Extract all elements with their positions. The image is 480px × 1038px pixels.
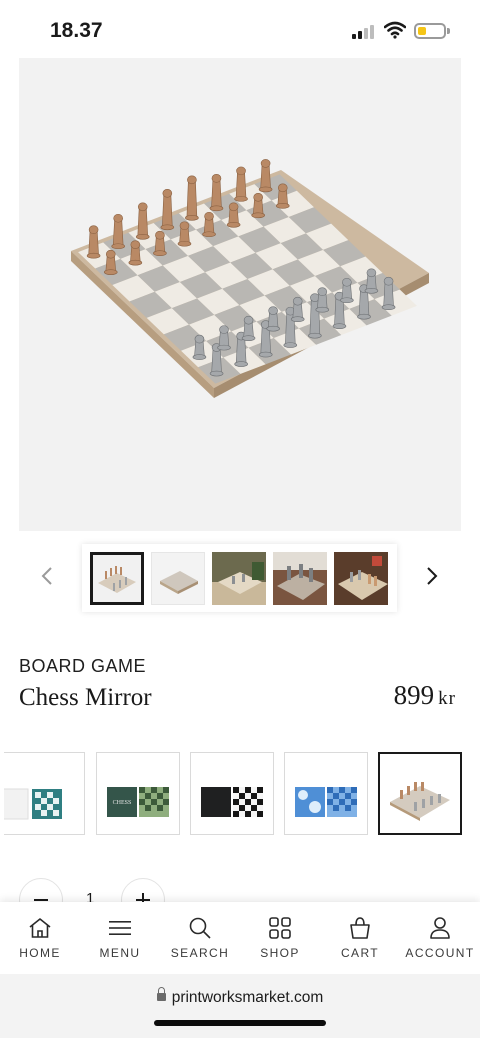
nav-label-cart: CART — [340, 946, 380, 960]
carousel-next-button[interactable] — [420, 562, 444, 590]
nav-item-cart[interactable]: CART — [320, 902, 400, 974]
grid-icon — [269, 917, 291, 939]
product-price: 899 kr — [394, 680, 456, 711]
product-title: Chess Mirror — [19, 684, 152, 711]
battery-icon — [414, 23, 446, 39]
bag-icon — [350, 917, 370, 939]
nav-item-home[interactable]: HOME — [0, 902, 80, 974]
user-icon — [430, 917, 450, 939]
nav-label-account: ACCOUNT — [405, 946, 475, 960]
thumbnail-4[interactable] — [273, 552, 327, 605]
nav-item-search[interactable]: SEARCH — [160, 902, 240, 974]
thumbnail-2[interactable] — [151, 552, 205, 605]
nav-item-account[interactable]: ACCOUNT — [400, 902, 480, 974]
chess-board-illustration — [71, 159, 429, 398]
variant-checkers-teal[interactable] — [4, 752, 85, 835]
variant-chess-green[interactable]: CHESS — [96, 752, 180, 835]
nav-label-search: SEARCH — [170, 946, 230, 960]
thumbnail-1[interactable] — [90, 552, 144, 605]
minus-icon — [34, 899, 48, 901]
status-bar: 18.37 — [0, 0, 480, 58]
thumbnail-5[interactable] — [334, 552, 388, 605]
nav-item-shop[interactable]: SHOP — [240, 902, 320, 974]
menu-icon — [109, 921, 131, 935]
url-text: printworksmarket.com — [171, 989, 324, 1006]
thumbnail-strip — [82, 544, 397, 612]
nav-label-shop: SHOP — [260, 946, 300, 960]
home-indicator[interactable] — [154, 1020, 326, 1026]
wifi-icon — [384, 21, 406, 39]
nav-item-menu[interactable]: MENU — [80, 902, 160, 974]
chevron-right-icon — [427, 567, 438, 585]
thumbnail-3[interactable] — [212, 552, 266, 605]
lock-icon — [156, 987, 166, 1001]
carousel-prev-button[interactable] — [35, 562, 59, 590]
signal-icon — [352, 25, 376, 39]
product-category: BOARD GAME — [19, 656, 147, 676]
status-time: 18.37 — [50, 19, 103, 42]
bottom-navigation: HOME MENU SEARCH SHOP CART ACCOUNT — [0, 902, 480, 974]
nav-label-home: HOME — [19, 946, 61, 960]
variant-chess-mirror[interactable] — [378, 752, 462, 835]
price-amount: 899 — [393, 680, 435, 710]
price-currency: kr — [438, 688, 456, 709]
variant-chess-black[interactable] — [190, 752, 274, 835]
home-icon — [29, 918, 51, 938]
browser-address-bar[interactable]: printworksmarket.com — [0, 974, 480, 1038]
svg-text:CHESS: CHESS — [113, 800, 132, 806]
url-display[interactable]: printworksmarket.com — [0, 987, 480, 1007]
nav-label-menu: MENU — [99, 946, 141, 960]
chevron-left-icon — [41, 567, 52, 585]
battery-cap — [447, 28, 450, 34]
product-hero-image[interactable] — [19, 58, 461, 531]
variant-chess-blue[interactable] — [284, 752, 368, 835]
search-icon — [189, 917, 211, 939]
